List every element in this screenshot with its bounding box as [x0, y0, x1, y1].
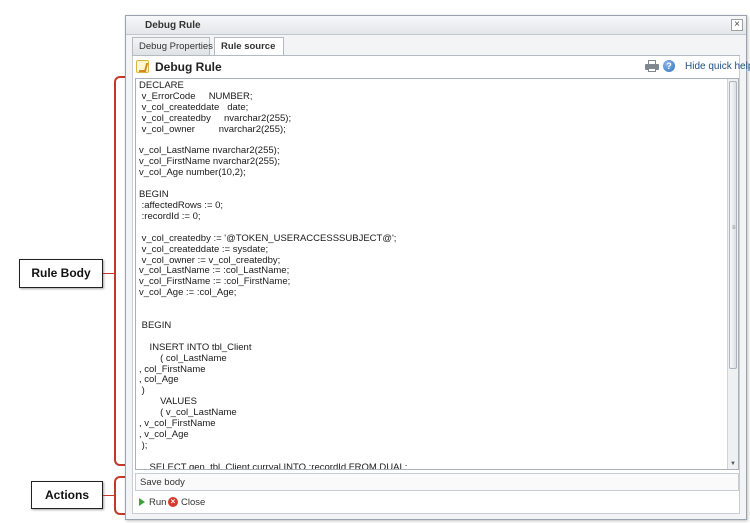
rule-body-editor[interactable]: DECLARE v_ErrorCode NUMBER; v_col_create…	[135, 78, 739, 470]
run-label: Run	[149, 497, 167, 508]
code-text[interactable]: DECLARE v_ErrorCode NUMBER; v_col_create…	[139, 80, 726, 470]
close-icon[interactable]: ×	[731, 19, 743, 31]
code-line: );	[139, 439, 148, 451]
rule-icon	[136, 60, 149, 73]
scrollbar-thumb[interactable]: ≡	[729, 81, 737, 369]
code-line: :recordId := 0;	[139, 210, 201, 222]
code-line: , col_FirstName	[139, 363, 206, 375]
code-line: ( v_col_LastName	[139, 407, 237, 419]
actions-callout: Actions	[31, 481, 103, 509]
code-line: v_col_Age number(10,2);	[139, 167, 246, 179]
code-line: v_col_createdby nvarchar2(255);	[139, 112, 292, 124]
scroll-down-icon[interactable]: ▼	[729, 460, 737, 468]
tab-debug-properties[interactable]: Debug Properties	[132, 37, 213, 55]
close-circle-icon: ×	[168, 497, 178, 508]
save-body-button[interactable]: Save body	[140, 477, 185, 488]
code-line: v_col_Age := :col_Age;	[139, 287, 237, 299]
close-label: Close	[181, 497, 206, 508]
editor-scrollbar[interactable]: ≡ ▼	[727, 79, 738, 469]
debug-rule-dialog: Debug Rule × Debug Properties Rule sourc…	[125, 15, 750, 520]
rule-body-callout: Rule Body	[19, 259, 103, 288]
code-line: ( col_LastName	[139, 352, 227, 364]
code-line: , v_col_Age	[139, 429, 189, 440]
panel-title: Debug Rule	[155, 60, 222, 74]
code-line: , v_col_FirstName	[139, 418, 216, 430]
panel-header: Debug Rule ? Hide quick help	[133, 56, 750, 77]
printer-icon[interactable]	[645, 60, 659, 72]
code-line: :affectedRows := 0;	[139, 199, 224, 211]
code-line: , col_Age	[139, 374, 179, 386]
code-line: BEGIN	[139, 189, 169, 201]
actions-bar: Run × Close	[135, 494, 739, 512]
code-line: v_col_createdby := '@TOKEN_USERACCESSSUB…	[139, 232, 397, 244]
code-line: v_col_createddate := sysdate;	[139, 243, 269, 255]
code-line: INSERT INTO tbl_Client	[139, 341, 252, 353]
code-line: SELECT gen_tbl_Client.currval INTO :reco…	[139, 461, 408, 470]
save-body-bar: Save body	[135, 473, 739, 491]
run-button[interactable]: Run	[139, 497, 166, 510]
hide-quick-help-link[interactable]: Hide quick help	[685, 61, 750, 72]
code-line: BEGIN	[139, 319, 172, 331]
dialog-titlebar[interactable]: Debug Rule ×	[126, 16, 746, 35]
play-icon	[139, 498, 145, 507]
scrollbar-grip-icon: ≡	[732, 225, 736, 231]
help-icon[interactable]: ?	[663, 60, 675, 72]
rule-source-panel: Debug Rule ? Hide quick help DECLARE v_E…	[132, 56, 750, 514]
code-line: )	[139, 385, 145, 397]
dialog-title: Debug Rule	[145, 20, 201, 31]
tab-rule-source[interactable]: Rule source	[214, 37, 284, 56]
code-line: v_col_owner nvarchar2(255);	[139, 123, 286, 135]
close-button[interactable]: × Close	[168, 497, 205, 510]
